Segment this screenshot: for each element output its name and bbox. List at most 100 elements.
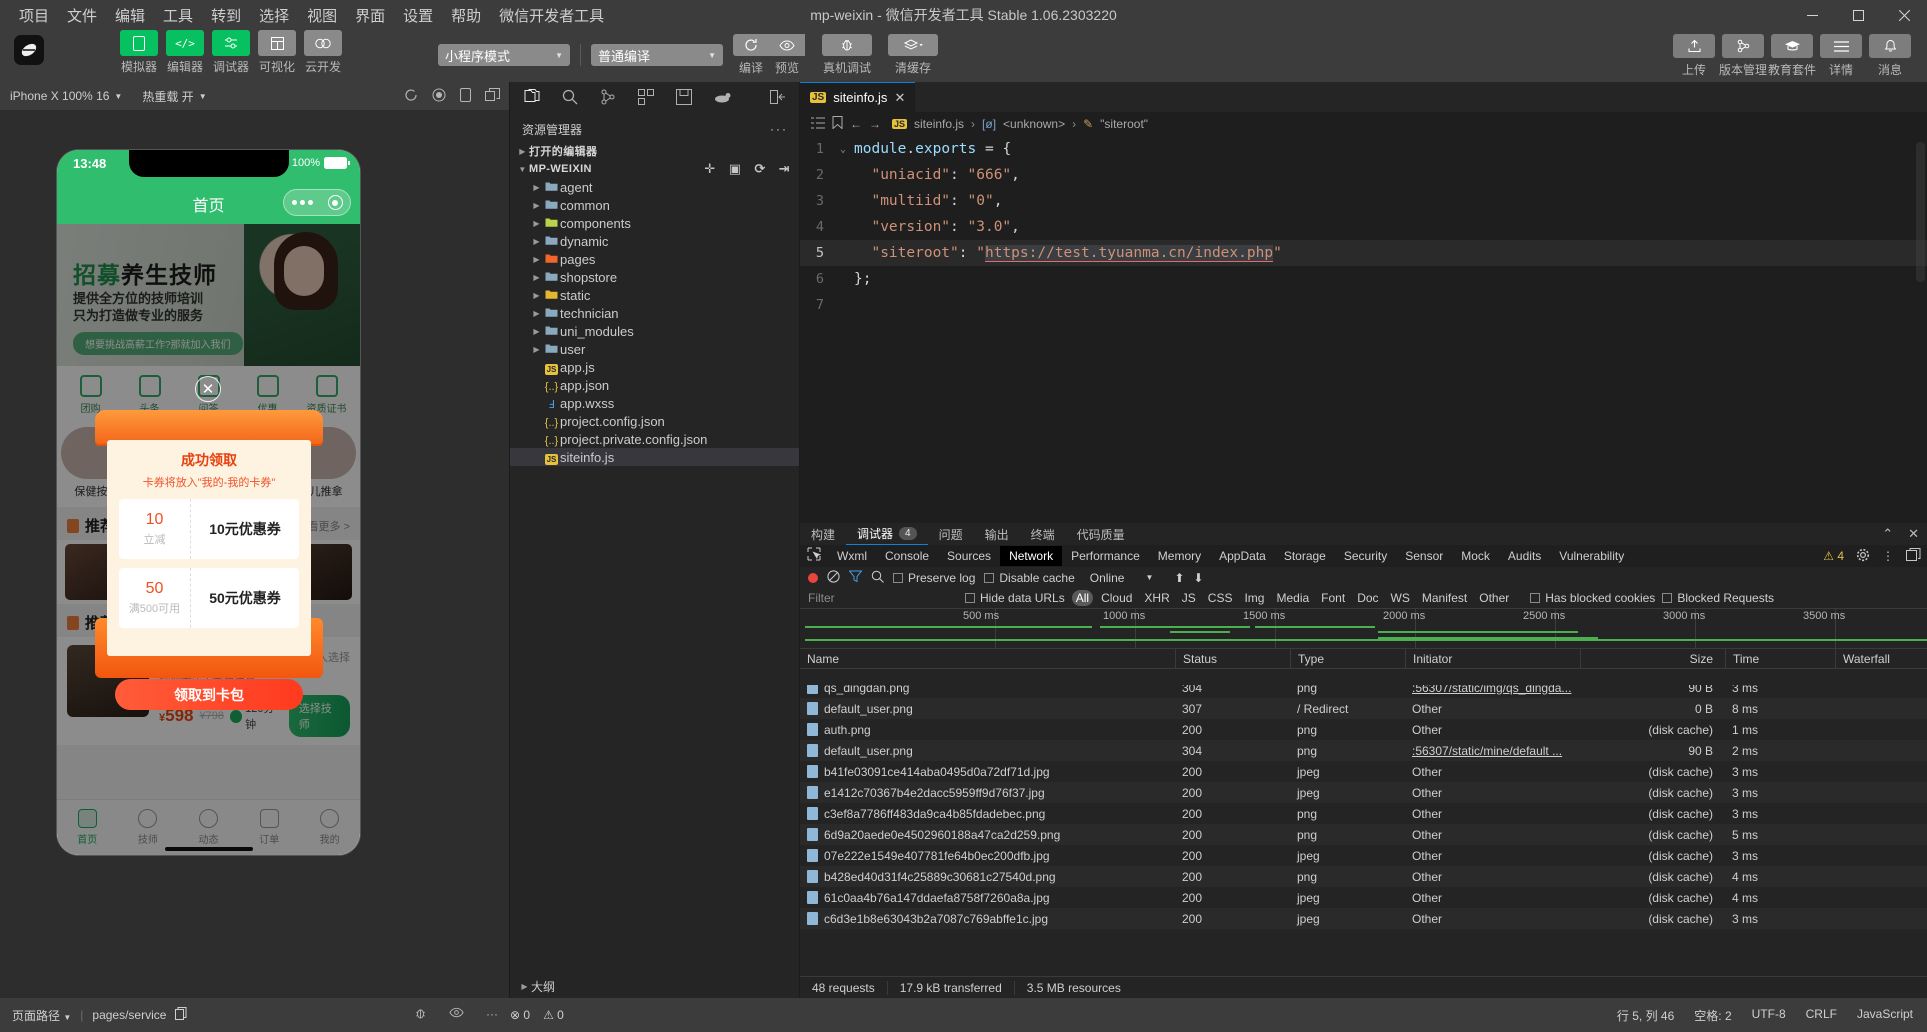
explorer-more-icon[interactable]: ···: [770, 122, 788, 136]
extensions-icon[interactable]: [638, 88, 654, 110]
coupon-item[interactable]: 50 满500可用 50元优惠券: [119, 568, 299, 628]
panel-tab-output[interactable]: 输出: [974, 523, 1020, 545]
preview-button[interactable]: 预览: [769, 34, 805, 76]
blocked-requests-checkbox[interactable]: Blocked Requests: [1662, 591, 1774, 605]
toolbar-cloud[interactable]: 云开发: [304, 30, 342, 75]
devtools-tab-mock[interactable]: Mock: [1452, 546, 1499, 566]
device-icon[interactable]: [460, 87, 471, 105]
status-problems[interactable]: ⊗ 0 ⚠ 0: [510, 1008, 564, 1022]
panel-tab-build[interactable]: 构建: [800, 523, 846, 545]
code-line[interactable]: 4 "version": "3.0",: [800, 214, 1927, 240]
tree-item[interactable]: ▶ uni_modules: [510, 322, 800, 340]
table-row[interactable]: 07e222e1549e407781fe64b0ec200dfb.jpg 200 j…: [800, 845, 1927, 866]
menu-item-view[interactable]: 视图: [298, 1, 346, 30]
filter-type-other[interactable]: Other: [1475, 590, 1513, 606]
filter-type-img[interactable]: Img: [1240, 590, 1268, 606]
refresh-icon[interactable]: ⟳: [754, 161, 765, 177]
devtools-tab-sources[interactable]: Sources: [938, 546, 1000, 566]
copy-icon[interactable]: [175, 1007, 187, 1023]
collapse-all-icon[interactable]: ⇥: [779, 161, 790, 177]
devtools-tab-network[interactable]: Network: [1000, 546, 1063, 566]
tree-item[interactable]: Ⅎapp.wxss: [510, 394, 800, 412]
toolbar-simulator[interactable]: 模拟器: [120, 30, 158, 75]
devtools-tab-performance[interactable]: Performance: [1062, 546, 1149, 566]
tree-item[interactable]: ▶ common: [510, 196, 800, 214]
menu-item-goto[interactable]: 转到: [202, 1, 250, 30]
upload-button[interactable]: 上传: [1673, 34, 1715, 78]
chevron-down-icon[interactable]: ▼: [1145, 573, 1153, 582]
dock-icon[interactable]: [1906, 548, 1921, 564]
collapse-panel-icon[interactable]: [770, 89, 786, 109]
outline-section[interactable]: ▶ 大纲: [510, 974, 800, 998]
nav-forward-icon[interactable]: →: [869, 117, 881, 131]
collapse-icon[interactable]: ⌃: [1882, 526, 1893, 542]
menu-item-help[interactable]: 帮助: [442, 1, 490, 30]
filter-input[interactable]: Filter: [808, 591, 958, 605]
devtools-tab-sensor[interactable]: Sensor: [1396, 546, 1452, 566]
minimize-icon[interactable]: [1789, 0, 1835, 30]
column-time[interactable]: Time: [1725, 648, 1835, 669]
menu-item-select[interactable]: 选择: [250, 1, 298, 30]
devtools-tab-console[interactable]: Console: [876, 546, 938, 566]
indent-setting[interactable]: 空格: 2: [1694, 1007, 1731, 1024]
column-size[interactable]: Size: [1580, 648, 1725, 669]
panel-divider[interactable]: [799, 82, 800, 998]
table-row[interactable]: 6d9a20aede0e4502960188a47ca2d259.png 200 p…: [800, 824, 1927, 845]
more-icon[interactable]: ···: [486, 1007, 498, 1023]
devtools-tab-security[interactable]: Security: [1335, 546, 1396, 566]
new-file-icon[interactable]: ✛: [704, 161, 715, 177]
tree-item[interactable]: ▶ agent: [510, 178, 800, 196]
table-row[interactable]: qs_dingdan.png 304 png:56307/static/img/qs…: [800, 685, 1927, 698]
table-row[interactable]: default_user.png 304 png:56307/static/mine…: [800, 740, 1927, 761]
panel-tab-debugger[interactable]: 调试器 4: [846, 523, 928, 545]
nav-back-icon[interactable]: ←: [850, 117, 862, 131]
education-button[interactable]: 教育套件: [1768, 34, 1816, 78]
editor-scrollbar[interactable]: [1916, 142, 1925, 282]
eye-icon[interactable]: [449, 1007, 464, 1023]
files-icon[interactable]: [524, 88, 540, 110]
toolbar-visual[interactable]: 可视化: [258, 30, 296, 75]
code-line[interactable]: 7: [800, 292, 1927, 318]
cursor-position[interactable]: 行 5, 列 46: [1617, 1007, 1674, 1024]
table-row[interactable]: c3ef8a7786ff483da9ca4b85fdadebec.png 200 p…: [800, 803, 1927, 824]
line-ending[interactable]: CRLF: [1806, 1007, 1837, 1024]
encoding[interactable]: UTF-8: [1752, 1007, 1786, 1024]
mode-select[interactable]: 小程序模式 ▼: [438, 44, 570, 66]
filter-type-media[interactable]: Media: [1272, 590, 1313, 606]
compile-select[interactable]: 普通编译 ▼: [591, 44, 723, 66]
source-control-icon[interactable]: [600, 89, 616, 110]
import-icon[interactable]: ⬆: [1174, 571, 1184, 585]
tree-item[interactable]: ▶ components: [510, 214, 800, 232]
devtools-tab-storage[interactable]: Storage: [1275, 546, 1335, 566]
docker-icon[interactable]: [714, 90, 732, 109]
menu-item-devtools[interactable]: 微信开发者工具: [490, 1, 613, 30]
devtools-tab-audits[interactable]: Audits: [1499, 546, 1550, 566]
maximize-icon[interactable]: [1835, 0, 1881, 30]
claim-coupon-button[interactable]: 领取到卡包: [115, 679, 303, 710]
throttle-select[interactable]: Online: [1090, 571, 1125, 585]
code-line[interactable]: 6};: [800, 266, 1927, 292]
code-line[interactable]: 5 "siteroot": "https://test.tyuanma.cn/i…: [800, 240, 1927, 266]
close-icon[interactable]: ✕: [1908, 526, 1919, 542]
column-waterfall[interactable]: Waterfall: [1835, 648, 1927, 669]
preserve-log-checkbox[interactable]: Preserve log: [893, 571, 975, 585]
device-select[interactable]: iPhone X 100% 16 ▼: [0, 89, 132, 103]
menu-item-tools[interactable]: 工具: [154, 1, 202, 30]
panel-tab-terminal[interactable]: 终端: [1020, 523, 1066, 545]
disable-cache-checkbox[interactable]: Disable cache: [984, 571, 1075, 585]
tree-item[interactable]: ▶ static: [510, 286, 800, 304]
record-icon[interactable]: [432, 88, 446, 105]
language-mode[interactable]: JavaScript: [1857, 1007, 1913, 1024]
network-request-list[interactable]: qs_dingdan.png 304 png:56307/static/img/qs…: [800, 685, 1927, 976]
modal-close-button[interactable]: ✕: [195, 376, 221, 402]
warning-badge[interactable]: ⚠ 4: [1823, 549, 1844, 563]
bookmark-icon[interactable]: [832, 116, 843, 132]
detail-button[interactable]: 详情: [1820, 34, 1862, 78]
export-icon[interactable]: ⬇: [1193, 571, 1203, 585]
code-url[interactable]: https://test.tyuanma.cn/index.php: [984, 245, 1274, 262]
tree-item[interactable]: {..} app.json: [510, 376, 800, 394]
column-status[interactable]: Status: [1175, 648, 1290, 669]
real-debug-button[interactable]: 真机调试: [819, 34, 875, 76]
table-row[interactable]: b41fe03091ce414aba0495d0a72df71d.jpg 200 j…: [800, 761, 1927, 782]
save-icon[interactable]: [676, 88, 692, 110]
